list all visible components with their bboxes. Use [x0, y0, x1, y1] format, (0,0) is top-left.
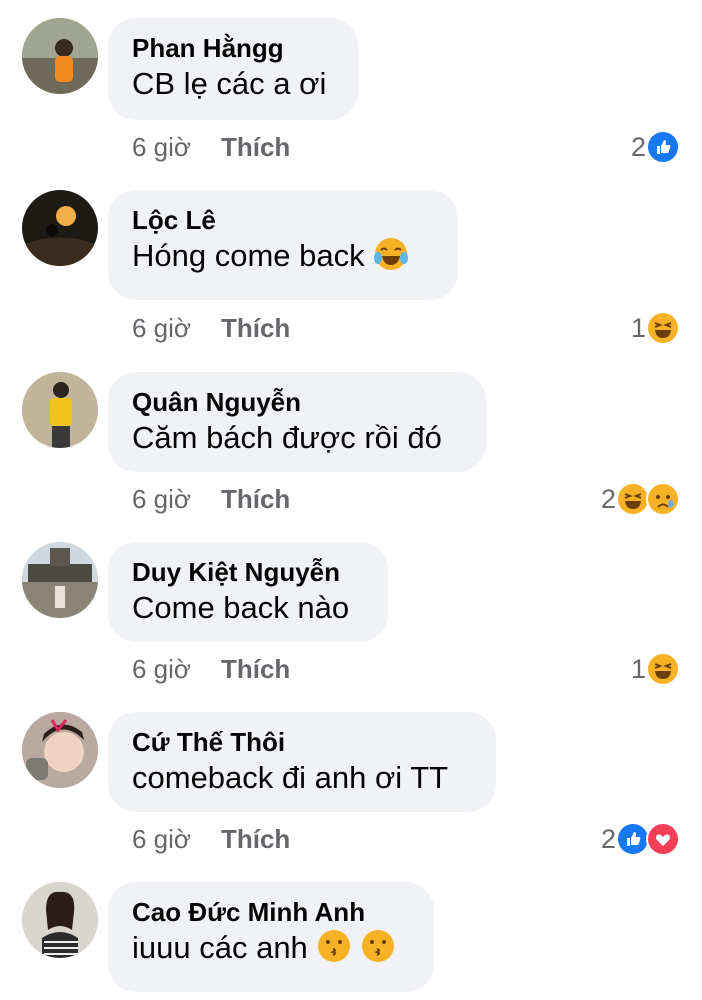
reaction-count: 2: [600, 483, 616, 514]
comment-time[interactable]: 6 giờ: [132, 313, 191, 343]
avatar[interactable]: [22, 18, 98, 94]
comment-text: comeback đi anh ơi TT: [132, 760, 449, 795]
comment-author[interactable]: Phan Hằngg: [132, 32, 332, 64]
like-button[interactable]: Thích: [221, 654, 290, 684]
reaction-summary[interactable]: 2: [601, 482, 680, 516]
comment-bubble: Quân Nguyễn Căm bách được rồi đó: [108, 372, 486, 472]
haha-reaction-icon: [616, 482, 650, 516]
love-reaction-icon: [646, 822, 680, 856]
comment-meta: 6 giờ Thích: [132, 654, 290, 685]
comment-text: CB lẹ các a ơi: [132, 66, 327, 101]
comment-bubble: Cao Đức Minh Anh iuuu các anh: [108, 882, 434, 992]
comment-author[interactable]: Cứ Thế Thôi: [132, 726, 470, 758]
comment-time[interactable]: 6 giờ: [132, 824, 191, 854]
reaction-count: 2: [630, 131, 646, 162]
comment-meta: 6 giờ Thích: [132, 824, 290, 855]
reaction-summary[interactable]: 1: [631, 311, 680, 345]
avatar[interactable]: [22, 712, 98, 788]
comment-text-line: Hóng come back: [132, 236, 432, 276]
comment-time[interactable]: 6 giờ: [132, 484, 191, 514]
comment-text: Hóng come back: [132, 238, 365, 273]
kissing-face-icon: [316, 928, 352, 964]
comment-text: Come back nào: [132, 590, 350, 625]
like-button[interactable]: Thích: [221, 484, 290, 514]
like-button[interactable]: Thích: [221, 132, 290, 162]
comment-bubble: Lộc Lê Hóng come back: [108, 190, 458, 300]
haha-reaction-icon: [646, 311, 680, 345]
avatar[interactable]: [22, 882, 98, 958]
reaction-summary[interactable]: 2: [631, 130, 680, 164]
comment-time[interactable]: 6 giờ: [132, 654, 191, 684]
like-reaction-icon: [616, 822, 650, 856]
avatar[interactable]: [22, 190, 98, 266]
comment-meta: 6 giờ Thích: [132, 132, 290, 163]
comment-text-line: iuuu các anh: [132, 928, 408, 968]
reaction-count: 2: [600, 823, 616, 854]
comment-bubble: Phan Hằngg CB lẹ các a ơi: [108, 18, 358, 120]
comment-bubble: Duy Kiệt Nguyễn Come back nào: [108, 542, 388, 642]
comment-meta: 6 giờ Thích: [132, 313, 290, 344]
reaction-summary[interactable]: 2: [601, 822, 680, 856]
like-button[interactable]: Thích: [221, 313, 290, 343]
comment-meta: 6 giờ Thích: [132, 484, 290, 515]
like-reaction-icon: [646, 130, 680, 164]
comment-time[interactable]: 6 giờ: [132, 132, 191, 162]
comment-author[interactable]: Cao Đức Minh Anh: [132, 896, 408, 928]
sad-reaction-icon: [646, 482, 680, 516]
comment-author[interactable]: Lộc Lê: [132, 204, 432, 236]
reaction-summary[interactable]: 1: [631, 652, 680, 686]
comment-bubble: Cứ Thế Thôi comeback đi anh ơi TT: [108, 712, 496, 812]
comment-text: iuuu các anh: [132, 930, 308, 965]
kissing-face-icon: [360, 928, 396, 964]
comment-text: Căm bách được rồi đó: [132, 420, 442, 455]
haha-reaction-icon: [646, 652, 680, 686]
comment-author[interactable]: Duy Kiệt Nguyễn: [132, 556, 362, 588]
like-button[interactable]: Thích: [221, 824, 290, 854]
avatar[interactable]: [22, 372, 98, 448]
reaction-count: 1: [630, 312, 646, 343]
reaction-count: 1: [630, 653, 646, 684]
comment-author[interactable]: Quân Nguyễn: [132, 386, 460, 418]
tears-of-joy-icon: [373, 236, 409, 272]
avatar[interactable]: [22, 542, 98, 618]
